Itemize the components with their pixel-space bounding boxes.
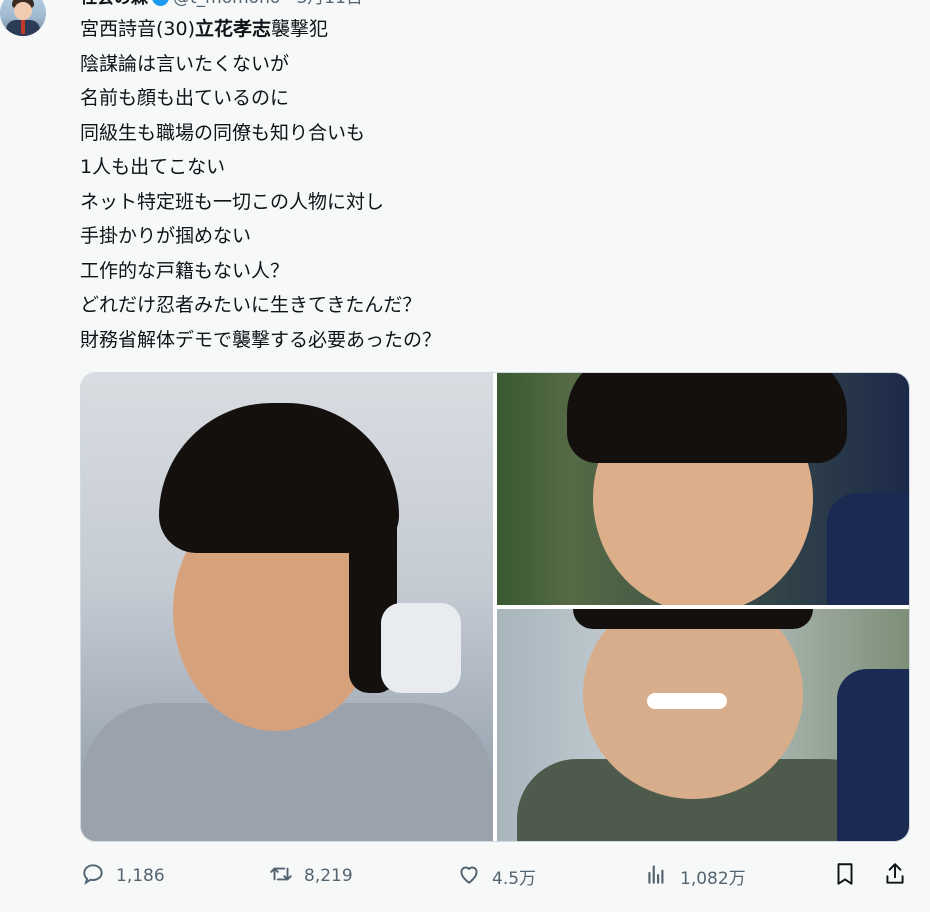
share-button[interactable] [882, 858, 908, 894]
share-icon [882, 861, 908, 892]
views-icon [644, 861, 680, 892]
views-count: 1,082万 [680, 868, 746, 889]
retweet-icon [268, 861, 304, 892]
tweet-line: どれだけ忍者みたいに生きてきたんだ？ [80, 294, 422, 316]
tweet-line: 陰謀論は言いたくないが [80, 52, 290, 75]
media-grid [80, 372, 910, 842]
tweet-line: ネット特定班も一切この人物に対し [80, 190, 385, 213]
reply-count: 1,186 [116, 866, 165, 886]
tweet-line: 名前も顔も出ているのに [80, 87, 290, 109]
author-name[interactable]: 社会の森 [80, 0, 148, 8]
like-count: 4.5万 [492, 868, 537, 889]
media-photo-1[interactable] [81, 373, 493, 841]
media-photo-3[interactable] [497, 609, 909, 841]
reply-button[interactable]: 1,186 [80, 858, 165, 894]
mention-name: 立花孝志 [195, 18, 272, 40]
verified-badge-icon [152, 0, 169, 6]
like-button[interactable]: 4.5万 [456, 858, 536, 894]
bookmark-button[interactable] [832, 858, 858, 894]
tweet-line: 財務省解体デモで襲撃する必要あったの？ [80, 328, 442, 351]
views-button[interactable]: 1,082万 [644, 858, 746, 894]
media-photo-2[interactable] [497, 373, 909, 605]
reply-icon [80, 861, 116, 892]
like-icon [456, 861, 492, 892]
bookmark-icon [832, 861, 858, 892]
retweet-count: 8,219 [304, 866, 353, 886]
tweet-line: 手掛かりが掴めない [80, 225, 252, 247]
retweet-button[interactable]: 8,219 [268, 858, 353, 894]
tweet-actions: 1,186 8,219 4.5万 1,082万 [0, 858, 930, 894]
tweet-line: 工作的な戸籍もない人？ [80, 259, 290, 282]
tweet-header: 社会の森 @t_momono · 3月11日 [80, 0, 363, 10]
author-handle[interactable]: @t_momono · 3月11日 [173, 0, 363, 8]
tweet-line: 同級生も職場の同僚も知り合いも [80, 121, 366, 144]
tweet-text: 宮西詩音(30)立花孝志襲撃犯 陰謀論は言いたくないが 名前も顔も出ているのに … [80, 12, 900, 357]
avatar[interactable] [0, 0, 46, 36]
tweet-line: 1人も出てこない [80, 156, 226, 178]
tweet-line: 宮西詩音(30)立花孝志襲撃犯 [80, 18, 329, 40]
